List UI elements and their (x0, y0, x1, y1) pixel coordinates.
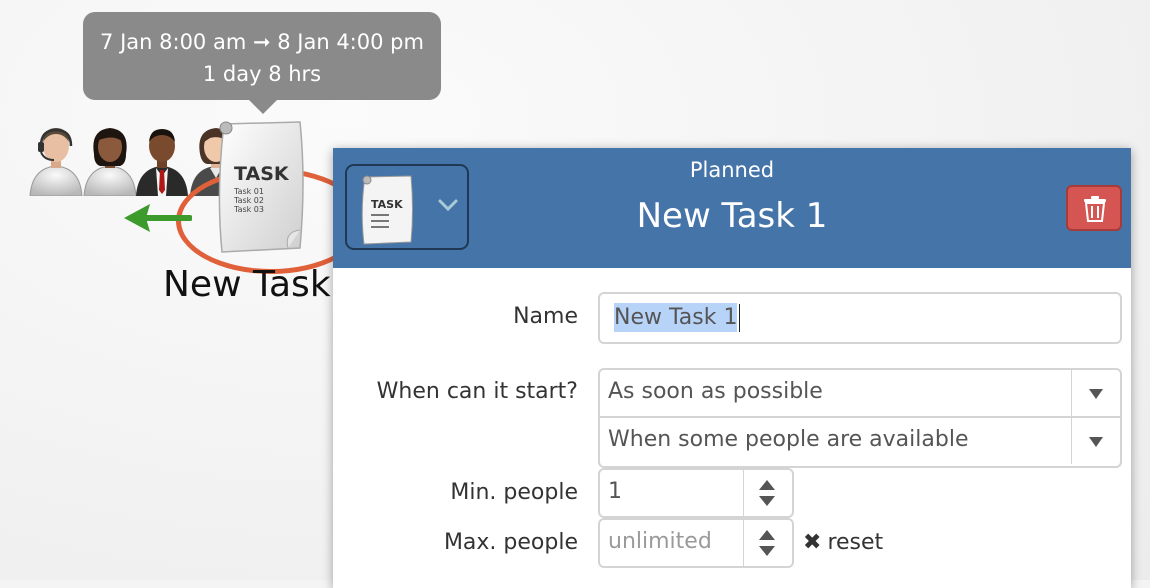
name-input[interactable]: New Task 1 (598, 292, 1122, 344)
max-people-placeholder: unlimited (608, 529, 712, 554)
canvas: 7 Jan 8:00 am ➞ 8 Jan 4:00 pm 1 day 8 hr… (0, 0, 1150, 588)
max-people-stepper[interactable]: unlimited (598, 518, 794, 568)
name-label: Name (513, 304, 578, 329)
min-people-value: 1 (608, 479, 622, 504)
tooltip-duration: 1 day 8 hrs (202, 62, 322, 86)
min-people-stepper[interactable]: 1 (598, 468, 794, 518)
start-availability-value: When some people are available (608, 427, 969, 452)
task-type-dropdown-button[interactable]: TASK (345, 164, 469, 250)
stepper-arrows-icon[interactable] (743, 470, 792, 516)
task-node-label[interactable]: New Task (163, 264, 331, 305)
start-condition-label: When can it start? (376, 379, 578, 404)
dropdown-arrow-icon[interactable] (1071, 418, 1120, 464)
min-people-label: Min. people (450, 480, 578, 505)
task-icon-line-3: Task 03 (233, 205, 264, 214)
name-input-value: New Task 1 (614, 303, 738, 332)
person-headset-icon[interactable] (26, 124, 86, 196)
person-man-suit-icon[interactable] (132, 124, 192, 196)
task-icon-line-2: Task 02 (233, 196, 264, 205)
start-timing-value: As soon as possible (608, 379, 823, 404)
task-document-icon[interactable]: TASK Task 01 Task 02 Task 03 (214, 120, 310, 255)
tooltip-date-range: 7 Jan 8:00 am ➞ 8 Jan 4:00 pm (100, 30, 424, 54)
trash-icon (1084, 196, 1106, 222)
mini-task-icon-text: TASK (371, 198, 403, 211)
start-timing-select[interactable]: As soon as possible (598, 368, 1122, 418)
dropdown-arrow-icon[interactable] (1071, 370, 1120, 416)
task-document-icon: TASK (361, 175, 413, 245)
stepper-arrows-icon[interactable] (743, 520, 792, 566)
max-people-label: Max. people (443, 530, 578, 555)
duration-tooltip: 7 Jan 8:00 am ➞ 8 Jan 4:00 pm 1 day 8 hr… (83, 12, 441, 114)
dialog-header: Planned New Task 1 TASK (333, 148, 1131, 268)
chevron-down-icon (438, 199, 458, 212)
start-availability-select[interactable]: When some people are available (598, 418, 1122, 468)
reset-label: reset (827, 530, 884, 555)
close-icon: ✖ (803, 530, 822, 555)
person-woman-dark-icon[interactable] (80, 124, 140, 196)
task-icon-line-1: Task 01 (233, 187, 264, 196)
task-edit-dialog: Planned New Task 1 TASK Name New Task 1 … (333, 148, 1131, 588)
reset-max-people-link[interactable]: ✖ reset (803, 530, 883, 555)
arrow-left-icon[interactable] (122, 200, 192, 236)
task-icon-text: TASK (234, 163, 290, 185)
delete-task-button[interactable] (1066, 185, 1122, 231)
text-caret (739, 304, 741, 332)
